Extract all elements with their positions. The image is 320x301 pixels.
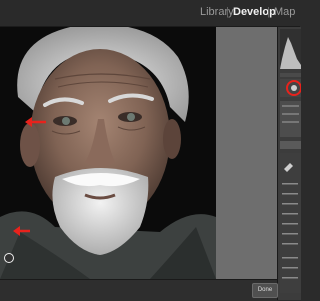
bottom-toolbar: Done [0, 279, 278, 301]
adjustment-sliders[interactable] [280, 153, 301, 293]
tool-strip[interactable] [280, 79, 302, 97]
done-button[interactable]: Done [252, 283, 278, 298]
eyedropper-icon [284, 163, 293, 172]
slider-list [282, 163, 298, 279]
module-picker: Library | Develop | Map [0, 0, 300, 27]
panel-header[interactable] [280, 141, 301, 149]
module-separator: | [267, 6, 270, 18]
histogram [280, 29, 301, 69]
image-canvas[interactable] [0, 27, 277, 279]
mask-pin-icon[interactable] [4, 253, 14, 263]
portrait-image [0, 27, 216, 279]
histogram-icon [280, 37, 301, 69]
panel-divider [280, 73, 301, 77]
portrait-photo[interactable] [0, 27, 216, 279]
mask-panel [280, 101, 301, 137]
module-map[interactable]: Map [274, 6, 295, 18]
develop-panel [277, 27, 302, 300]
red-circle-highlight-icon [286, 80, 302, 96]
module-separator: | [226, 6, 229, 18]
